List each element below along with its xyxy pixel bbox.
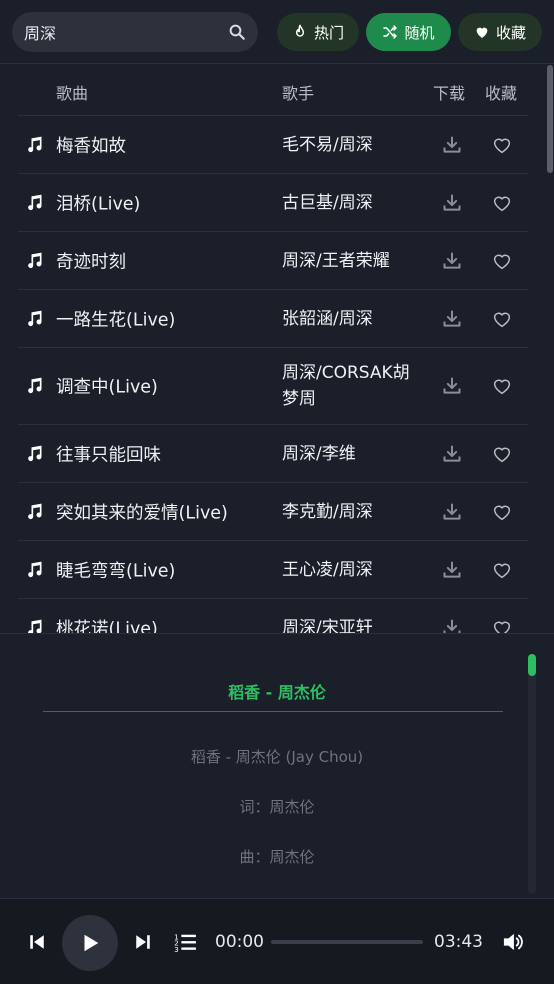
download-icon[interactable] [442, 618, 462, 634]
song-list: 歌曲 歌手 下载 收藏 梅香如故 毛不易/周深 泪桥(Live) 古巨基/周深 [0, 65, 554, 633]
search-icon[interactable] [228, 23, 246, 41]
music-note-icon [28, 561, 42, 577]
music-note-icon [28, 445, 42, 461]
heart-outline-icon[interactable] [492, 445, 512, 463]
song-row[interactable]: 往事只能回味 周深/李维 [18, 425, 528, 483]
hot-button[interactable]: 热门 [277, 13, 359, 51]
song-rows: 梅香如故 毛不易/周深 泪桥(Live) 古巨基/周深 奇迹时刻 周深/王者荣耀 [18, 116, 528, 633]
song-title[interactable]: 睫毛弯弯(Live) [56, 557, 175, 582]
download-icon[interactable] [442, 560, 462, 580]
hot-label: 热门 [313, 23, 344, 42]
search-input[interactable] [24, 22, 224, 42]
download-icon[interactable] [442, 444, 462, 464]
header-singer: 歌手 [282, 84, 315, 103]
music-note-icon [28, 136, 42, 152]
song-row[interactable]: 一路生花(Live) 张韶涵/周深 [18, 290, 528, 348]
lyric-line: 曲：周杰伦 [239, 848, 315, 866]
favorites-button[interactable]: 收藏 [458, 13, 542, 51]
song-title[interactable]: 泪桥(Live) [56, 190, 140, 215]
singer-name: 周深/CORSAK胡梦周 [282, 363, 410, 409]
song-title[interactable]: 突如其来的爱情(Live) [56, 499, 228, 524]
heart-outline-icon[interactable] [492, 561, 512, 579]
song-row[interactable]: 奇迹时刻 周深/王者荣耀 [18, 232, 528, 290]
lyric-line: 词：周杰伦 [239, 798, 315, 816]
song-title[interactable]: 调查中(Live) [56, 374, 158, 399]
heart-outline-icon[interactable] [492, 194, 512, 212]
download-icon[interactable] [442, 502, 462, 522]
flame-icon [295, 24, 305, 37]
now-playing-title: 稻香 - 周杰伦 [228, 683, 326, 702]
singer-name: 周深/李维 [282, 443, 356, 464]
header-download: 下载 [433, 84, 466, 103]
favorites-label: 收藏 [495, 23, 526, 42]
progress-bar[interactable] [271, 940, 423, 944]
search-box[interactable] [12, 12, 258, 52]
music-note-icon [28, 252, 42, 268]
song-title[interactable]: 梅香如故 [56, 132, 126, 157]
singer-name: 古巨基/周深 [282, 192, 373, 213]
heart-outline-icon[interactable] [492, 136, 512, 154]
song-title[interactable]: 桃花诺(Live) [56, 615, 158, 633]
song-title[interactable]: 往事只能回味 [56, 441, 161, 466]
heart-outline-icon[interactable] [492, 503, 512, 521]
music-note-icon [28, 619, 42, 633]
song-row[interactable]: 泪桥(Live) 古巨基/周深 [18, 174, 528, 232]
heart-icon [476, 27, 488, 38]
download-icon[interactable] [442, 251, 462, 271]
shuffle-icon [383, 25, 398, 39]
list-scrollbar[interactable] [547, 65, 553, 173]
player-bar: 1 2 3 00:00 03:43 [0, 898, 554, 984]
total-time: 03:43 [434, 932, 483, 952]
music-note-icon [28, 194, 42, 210]
singer-name: 周深/宋亚轩 [282, 617, 373, 634]
song-row[interactable]: 睫毛弯弯(Live) 王心凌/周深 [18, 541, 528, 599]
heart-outline-icon[interactable] [492, 310, 512, 328]
playlist-icon[interactable]: 1 2 3 [174, 932, 196, 952]
download-icon[interactable] [442, 193, 462, 213]
random-button[interactable]: 随机 [366, 13, 451, 51]
heart-outline-icon[interactable] [492, 619, 512, 634]
skip-next-icon[interactable] [134, 933, 152, 951]
song-row[interactable]: 桃花诺(Live) 周深/宋亚轩 [18, 599, 528, 633]
singer-name: 张韶涵/周深 [282, 308, 373, 329]
download-icon[interactable] [442, 309, 462, 329]
singer-name: 李克勤/周深 [282, 501, 373, 522]
list-header: 歌曲 歌手 下载 收藏 [18, 65, 528, 116]
top-bar: 热门 随机 收藏 [0, 0, 554, 64]
singer-name: 毛不易/周深 [282, 134, 373, 155]
random-label: 随机 [404, 23, 435, 42]
heart-outline-icon[interactable] [492, 252, 512, 270]
music-note-icon [28, 310, 42, 326]
song-title[interactable]: 一路生花(Live) [56, 306, 175, 331]
song-row[interactable]: 梅香如故 毛不易/周深 [18, 116, 528, 174]
lyrics-scroll-thumb[interactable] [528, 654, 536, 676]
volume-icon[interactable] [502, 932, 524, 952]
music-note-icon [28, 377, 42, 394]
current-time: 00:00 [215, 932, 264, 952]
download-icon[interactable] [442, 135, 462, 155]
lyrics-divider [43, 711, 503, 712]
lyric-line: 稻香 - 周杰伦 (Jay Chou) [190, 748, 364, 766]
play-button[interactable] [62, 915, 118, 971]
download-icon[interactable] [442, 376, 462, 396]
singer-name: 王心凌/周深 [282, 559, 373, 580]
music-note-icon [28, 503, 42, 519]
skip-previous-icon[interactable] [28, 933, 46, 951]
svg-text:3: 3 [174, 945, 179, 952]
lyrics-panel: 稻香 - 周杰伦 稻香 - 周杰伦 (Jay Chou) 词：周杰伦 曲：周杰伦 [0, 633, 554, 897]
play-icon [84, 934, 99, 952]
song-title[interactable]: 奇迹时刻 [56, 248, 126, 273]
song-row[interactable]: 突如其来的爱情(Live) 李克勤/周深 [18, 483, 528, 541]
heart-outline-icon[interactable] [492, 377, 512, 395]
song-row[interactable]: 调查中(Live) 周深/CORSAK胡梦周 [18, 348, 528, 425]
singer-name: 周深/王者荣耀 [282, 250, 390, 271]
header-favorite: 收藏 [485, 84, 518, 103]
header-song: 歌曲 [56, 84, 89, 103]
lyrics-scroll-track[interactable] [528, 654, 536, 894]
